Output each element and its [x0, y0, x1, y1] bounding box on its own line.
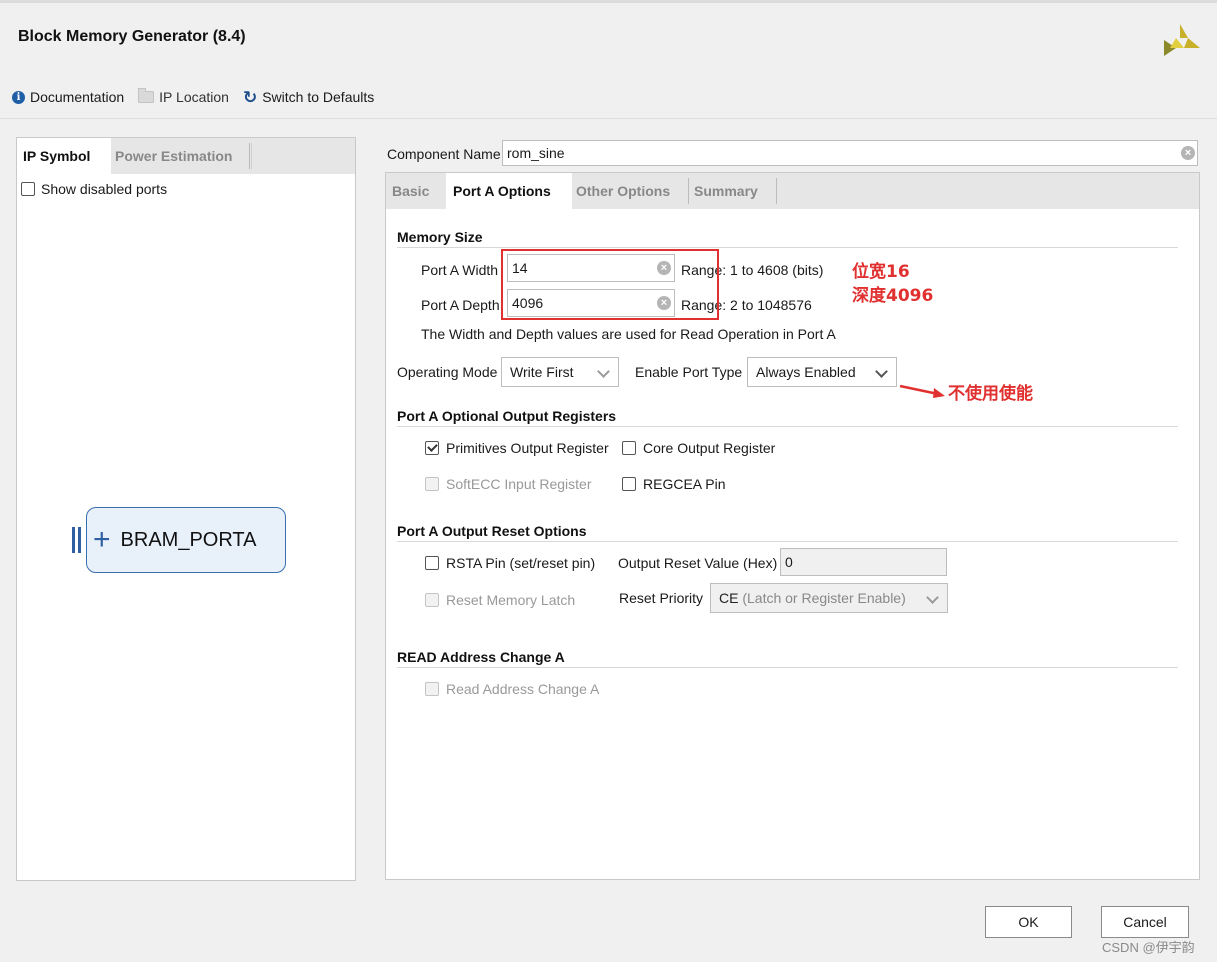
ok-button[interactable]: OK: [985, 906, 1072, 938]
xilinx-logo-icon: [1164, 24, 1200, 56]
documentation-link[interactable]: i Documentation: [12, 89, 124, 105]
read-address-change-option: Read Address Change A: [425, 681, 599, 697]
left-tab-bar: IP Symbol Power Estimation: [17, 138, 355, 174]
section-divider: [397, 667, 1178, 668]
show-disabled-ports-label: Show disabled ports: [41, 181, 168, 197]
bram-porta-symbol[interactable]: + BRAM_PORTA: [86, 507, 286, 573]
softecc-input-register-label: SoftECC Input Register: [446, 476, 592, 492]
primitives-output-register-checkbox[interactable]: [425, 441, 439, 455]
port-a-depth-label: Port A Depth: [421, 297, 500, 313]
tab-basic[interactable]: Basic: [392, 173, 429, 209]
annotation-depth-note: 深度4096: [852, 286, 934, 306]
chevron-down-icon: [597, 365, 610, 378]
clear-icon[interactable]: ×: [1181, 146, 1195, 160]
reset-priority-select[interactable]: CE (Latch or Register Enable): [710, 583, 948, 613]
output-reset-value-input[interactable]: 0: [780, 548, 947, 576]
enable-port-type-value: Always Enabled: [756, 364, 856, 380]
core-output-register-label: Core Output Register: [643, 440, 776, 456]
reset-options-title: Port A Output Reset Options: [397, 523, 587, 539]
watermark-text: CSDN @伊宇韵: [1102, 940, 1195, 955]
section-divider: [397, 541, 1178, 542]
top-border: [0, 0, 1217, 3]
output-registers-title: Port A Optional Output Registers: [397, 408, 617, 424]
core-output-register-checkbox[interactable]: [622, 441, 636, 455]
reset-priority-value-rest: (Latch or Register Enable): [738, 590, 906, 606]
operating-mode-label: Operating Mode: [397, 364, 498, 380]
show-disabled-ports-checkbox[interactable]: [21, 182, 35, 196]
read-address-change-label: Read Address Change A: [446, 681, 600, 697]
chevron-down-icon: [875, 365, 888, 378]
read-address-change-checkbox: [425, 682, 439, 696]
switch-defaults-link[interactable]: ↻ Switch to Defaults: [243, 89, 374, 106]
cancel-button[interactable]: Cancel: [1101, 906, 1189, 938]
reset-memory-latch-option: Reset Memory Latch: [425, 592, 575, 608]
tab-divider: [249, 143, 250, 169]
port-a-width-label: Port A Width: [421, 262, 499, 278]
toolbar: i Documentation IP Location ↻ Switch to …: [12, 88, 374, 106]
info-icon: i: [12, 90, 25, 104]
section-divider: [397, 247, 1178, 248]
annotation-arrow-icon: [899, 384, 945, 398]
tab-power-estimation[interactable]: Power Estimation: [115, 138, 232, 174]
annotation-width-note: 位宽16: [852, 262, 910, 282]
memory-size-title: Memory Size: [397, 229, 483, 245]
rsta-pin-checkbox[interactable]: [425, 556, 439, 570]
reset-priority-label: Reset Priority: [619, 590, 704, 606]
tab-ip-symbol[interactable]: IP Symbol: [17, 138, 111, 174]
rsta-pin-option[interactable]: RSTA Pin (set/reset pin): [425, 555, 595, 571]
section-divider: [397, 426, 1178, 427]
annotation-highlight-box: [501, 249, 719, 320]
rsta-pin-label: RSTA Pin (set/reset pin): [446, 555, 596, 571]
softecc-input-register-option: SoftECC Input Register: [425, 476, 592, 492]
tab-other-options[interactable]: Other Options: [576, 173, 670, 209]
tab-divider: [688, 178, 689, 204]
output-reset-value-label: Output Reset Value (Hex): [618, 555, 778, 571]
show-disabled-ports-option[interactable]: Show disabled ports: [21, 181, 167, 197]
annotation-enable-note: 不使用使能: [948, 384, 1033, 404]
softecc-input-register-checkbox: [425, 477, 439, 491]
documentation-label: Documentation: [30, 89, 125, 105]
port-bus-icon: [72, 527, 82, 553]
enable-port-type-label: Enable Port Type: [635, 364, 743, 380]
ip-location-label: IP Location: [159, 89, 229, 105]
expand-icon[interactable]: +: [93, 525, 111, 555]
regcea-pin-checkbox[interactable]: [622, 477, 636, 491]
regcea-pin-option[interactable]: REGCEA Pin: [622, 476, 725, 492]
operating-mode-value: Write First: [510, 364, 574, 380]
switch-defaults-label: Switch to Defaults: [262, 89, 375, 105]
bram-porta-label: BRAM_PORTA: [120, 528, 257, 551]
right-tab-bar: Basic Port A Options Other Options Summa…: [386, 173, 1199, 209]
read-address-title: READ Address Change A: [397, 649, 565, 665]
component-name-input[interactable]: rom_sine: [502, 140, 1198, 166]
regcea-pin-label: REGCEA Pin: [643, 476, 726, 492]
operating-mode-select[interactable]: Write First: [501, 357, 619, 387]
primitives-output-register-label: Primitives Output Register: [446, 440, 609, 456]
primitives-output-register-option[interactable]: Primitives Output Register: [425, 440, 609, 456]
component-name-label: Component Name: [387, 146, 501, 162]
width-depth-note: The Width and Depth values are used for …: [421, 326, 836, 342]
refresh-icon: ↻: [242, 87, 258, 107]
folder-icon: [138, 88, 155, 103]
tab-divider: [776, 178, 777, 204]
chevron-down-icon: [926, 591, 939, 604]
tab-port-a-options[interactable]: Port A Options: [446, 173, 572, 209]
enable-port-type-select[interactable]: Always Enabled: [747, 357, 897, 387]
reset-memory-latch-label: Reset Memory Latch: [446, 592, 576, 608]
core-output-register-option[interactable]: Core Output Register: [622, 440, 775, 456]
ip-location-link[interactable]: IP Location: [138, 88, 229, 105]
reset-memory-latch-checkbox: [425, 593, 439, 607]
tab-summary[interactable]: Summary: [694, 173, 758, 209]
dialog-title: Block Memory Generator (8.4): [18, 28, 246, 45]
reset-priority-value-prefix: CE: [719, 590, 739, 606]
tab-divider: [251, 143, 252, 169]
toolbar-divider: [0, 118, 1217, 119]
